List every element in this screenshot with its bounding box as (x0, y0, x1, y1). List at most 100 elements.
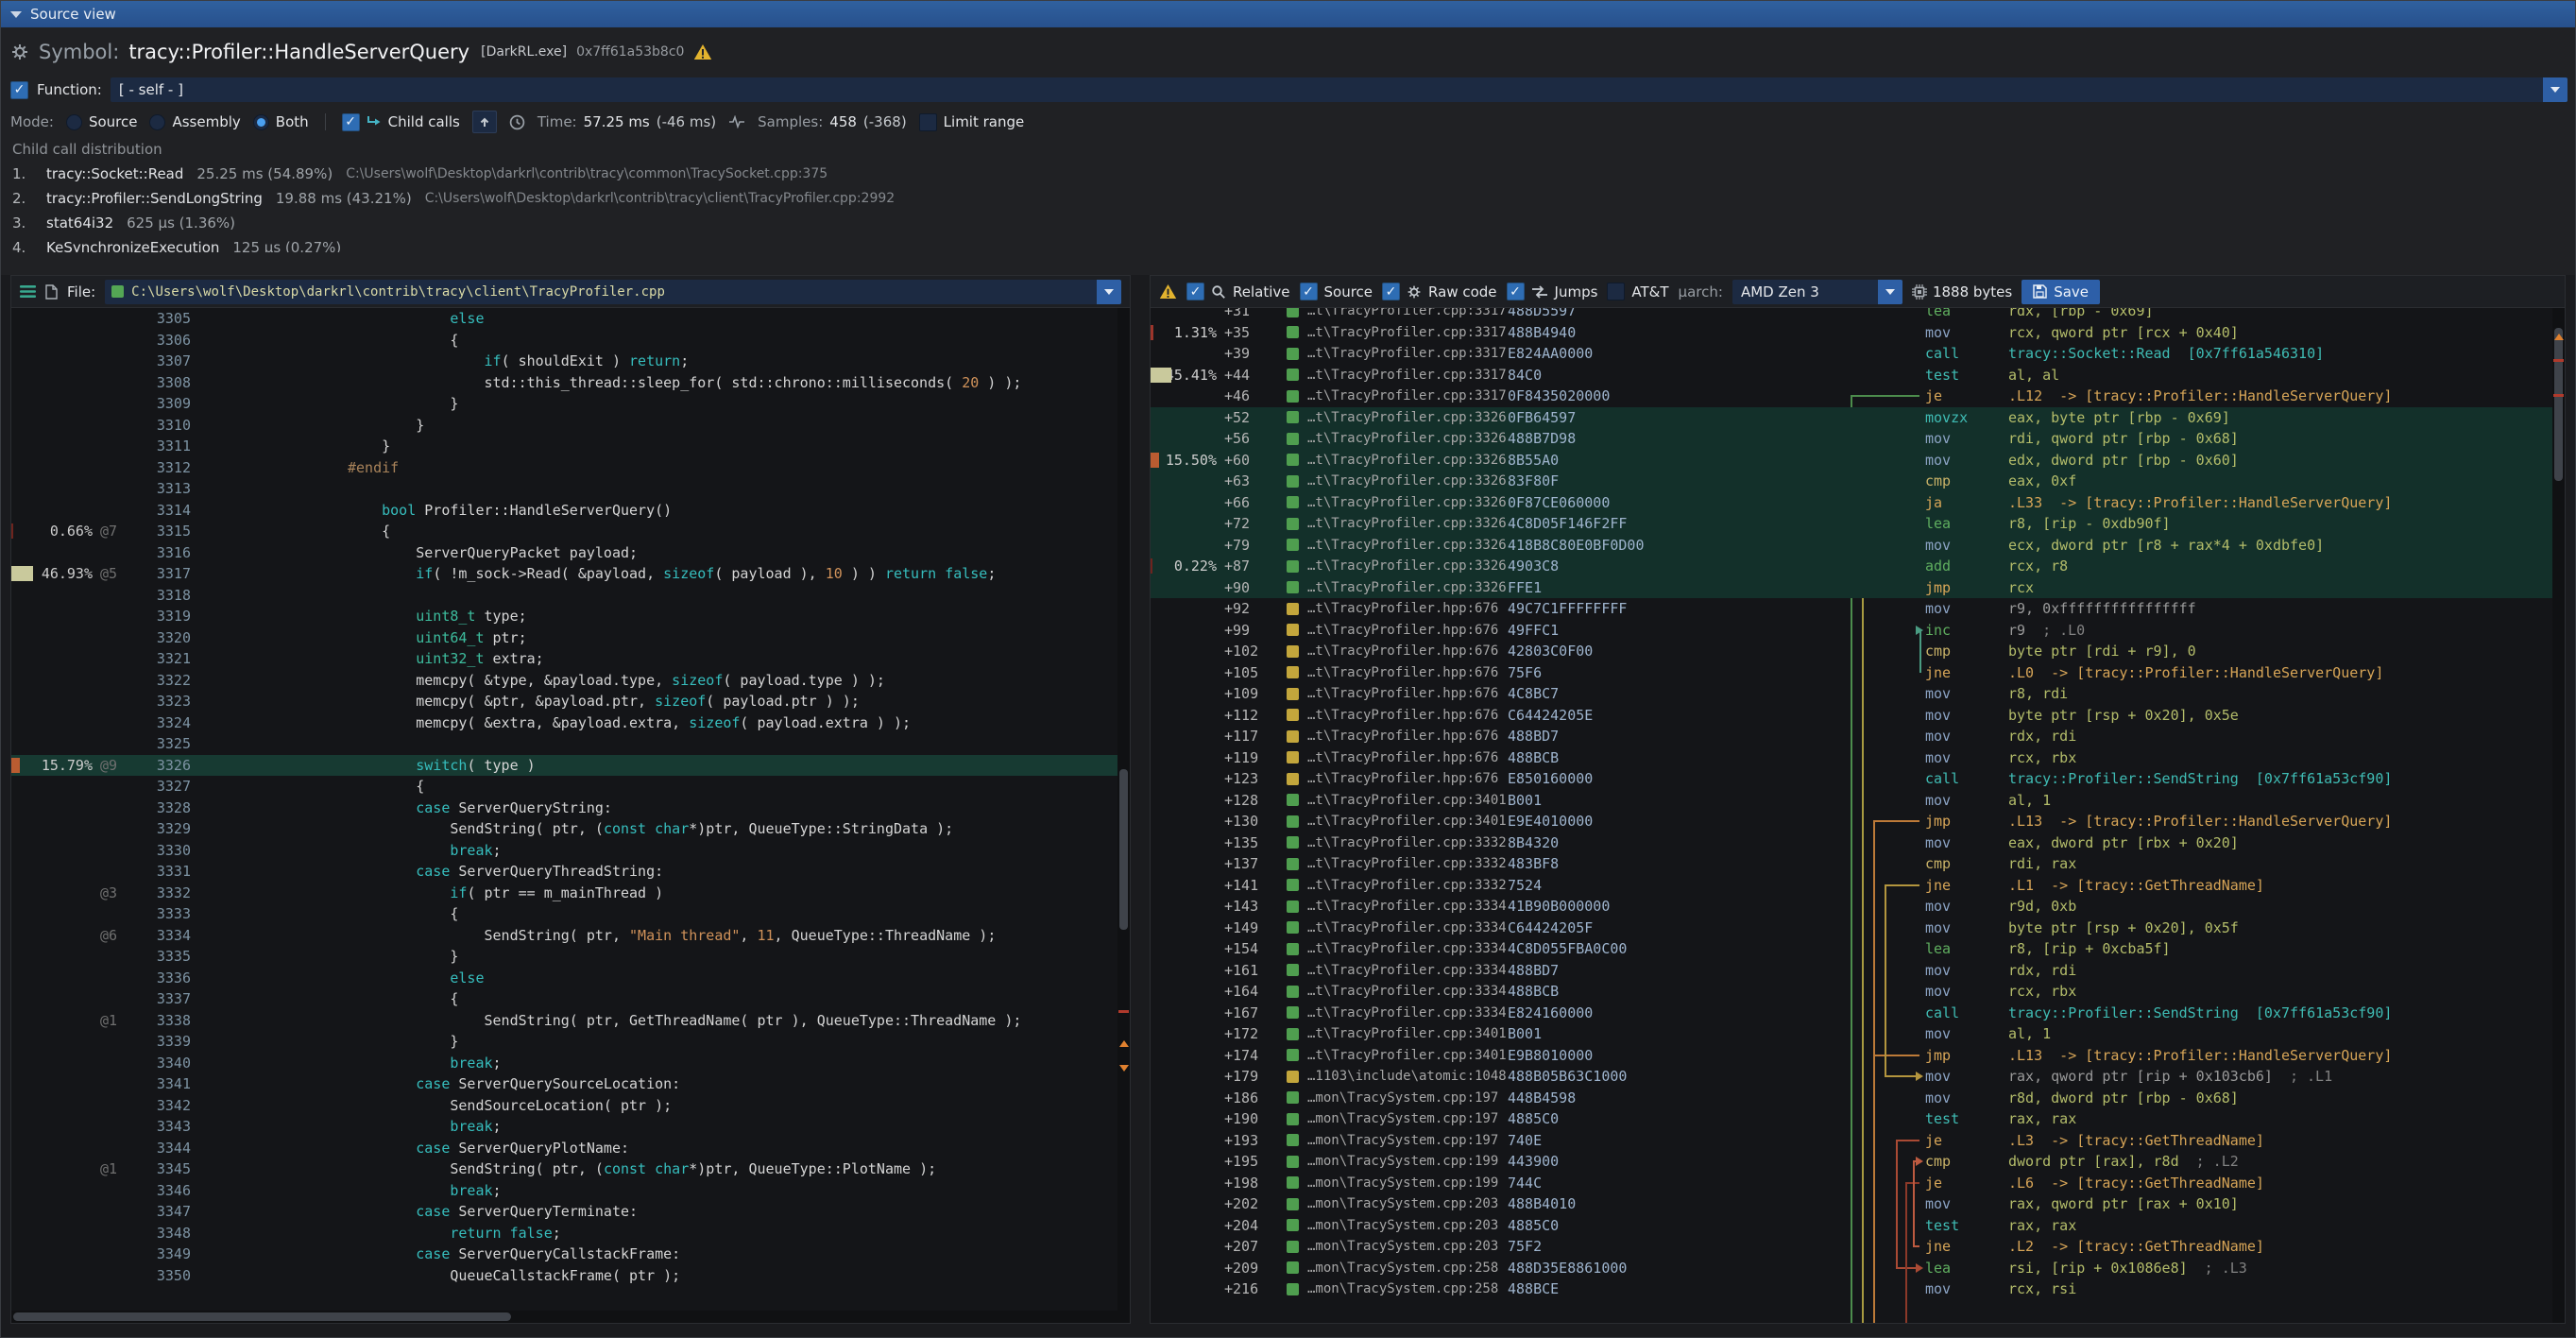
asm-instruction-row[interactable]: +186…mon\TracySystem.cpp:197448B4598movr… (1151, 1088, 2552, 1109)
asm-instruction-row[interactable]: +102…t\TracyProfiler.hpp:67642803C0F00cm… (1151, 641, 2552, 662)
asm-instruction-row[interactable]: +52…t\TracyProfiler.cpp:33260FB64597movz… (1151, 407, 2552, 429)
source-line[interactable]: 3308 std::this_thread::sleep_for( std::c… (11, 372, 1117, 394)
asm-instruction-row[interactable]: +112…t\TracyProfiler.hpp:676C64424205Emo… (1151, 705, 2552, 727)
go-to-parent-button[interactable] (472, 111, 497, 133)
source-line[interactable]: 3347 case ServerQueryTerminate: (11, 1201, 1117, 1223)
asm-instruction-row[interactable]: +167…t\TracyProfiler.cpp:3334E824160000c… (1151, 1003, 2552, 1024)
child-call-entry[interactable]: 4.KeSynchronizeExecution125 μs (0.27%) (12, 235, 2567, 252)
source-line[interactable]: 15.79%@93326 switch( type ) (11, 755, 1117, 777)
asm-instruction-row[interactable]: +56…t\TracyProfiler.cpp:3326488B7D98movr… (1151, 428, 2552, 450)
assembly-view[interactable]: +31…t\TracyProfiler.cpp:3317488D5597lear… (1151, 308, 2552, 1323)
asm-vertical-scrollbar[interactable] (2552, 308, 2565, 1323)
asm-instruction-row[interactable]: +46…t\TracyProfiler.cpp:33170F8435020000… (1151, 386, 2552, 407)
warning-icon[interactable] (1159, 283, 1177, 300)
chevron-down-icon[interactable] (1097, 280, 1121, 304)
asm-instruction-row[interactable]: +63…t\TracyProfiler.cpp:332683F80Fcmpeax… (1151, 471, 2552, 492)
source-line[interactable]: 3335 } (11, 946, 1117, 968)
asm-instruction-row[interactable]: 45.41%+44…t\TracyProfiler.cpp:331784C0te… (1151, 365, 2552, 386)
checkbox-icon[interactable] (1607, 283, 1625, 300)
asm-instruction-row[interactable]: +154…t\TracyProfiler.cpp:33344C8D055FBA0… (1151, 938, 2552, 960)
window-titlebar[interactable]: Source view (1, 1, 2575, 27)
asm-instruction-row[interactable]: +179…1103\include\atomic:1048488B05B63C1… (1151, 1066, 2552, 1088)
source-line[interactable]: 3348 return false; (11, 1223, 1117, 1244)
source-line[interactable]: 3320 uint64_t ptr; (11, 627, 1117, 649)
raw-code-checkbox[interactable]: Raw code (1382, 283, 1497, 300)
checkbox-icon[interactable] (342, 113, 360, 131)
source-line[interactable]: 3316 ServerQueryPacket payload; (11, 542, 1117, 564)
function-combo[interactable]: [ - self - ] (111, 77, 2567, 102)
asm-instruction-row[interactable]: +92…t\TracyProfiler.hpp:67649C7C1FFFFFFF… (1151, 598, 2552, 620)
asm-instruction-row[interactable]: +137…t\TracyProfiler.cpp:3332483BF8cmprd… (1151, 853, 2552, 875)
asm-instruction-row[interactable]: +143…t\TracyProfiler.cpp:333441B90B00000… (1151, 896, 2552, 918)
source-line[interactable]: 3330 break; (11, 840, 1117, 862)
source-line[interactable]: 3310 } (11, 415, 1117, 437)
source-horizontal-scrollbar[interactable] (11, 1311, 1117, 1323)
source-line[interactable]: 3307 if( shouldExit ) return; (11, 351, 1117, 372)
asm-instruction-row[interactable]: +99…t\TracyProfiler.hpp:67649FFC1incr9; … (1151, 620, 2552, 642)
asm-instruction-row[interactable]: +135…t\TracyProfiler.cpp:33328B4320movea… (1151, 832, 2552, 854)
asm-instruction-row[interactable]: +161…t\TracyProfiler.cpp:3334488BD7movrd… (1151, 960, 2552, 982)
source-line[interactable]: 3318 (11, 585, 1117, 607)
asm-instruction-row[interactable]: +207…mon\TracySystem.cpp:20375F2jne.L2 -… (1151, 1236, 2552, 1258)
source-line[interactable]: 3313 (11, 478, 1117, 500)
source-line[interactable]: 3344 case ServerQueryPlotName: (11, 1138, 1117, 1159)
source-line[interactable]: 3337 { (11, 988, 1117, 1010)
function-checkbox[interactable] (10, 81, 28, 99)
limit-range-checkbox[interactable]: Limit range (919, 113, 1025, 131)
file-combo[interactable]: C:\Users\wolf\Desktop\darkrl\contrib\tra… (105, 280, 1121, 304)
source-line[interactable]: 3346 break; (11, 1180, 1117, 1202)
chevron-down-icon[interactable] (1878, 280, 1902, 304)
source-line[interactable]: 3342 SendSourceLocation( ptr ); (11, 1095, 1117, 1117)
checkbox-icon[interactable] (1300, 283, 1318, 300)
source-line[interactable]: @13345 SendString( ptr, (const char*)ptr… (11, 1158, 1117, 1180)
source-line[interactable]: 3340 break; (11, 1053, 1117, 1074)
checkbox-icon[interactable] (1382, 283, 1400, 300)
source-checkbox[interactable]: Source (1300, 283, 1373, 300)
asm-instruction-row[interactable]: +209…mon\TracySystem.cpp:258488D35E88610… (1151, 1258, 2552, 1279)
collapse-arrow-icon[interactable] (10, 11, 22, 18)
source-line[interactable]: 3328 case ServerQueryString: (11, 798, 1117, 819)
child-call-entry[interactable]: 2.tracy::Profiler::SendLongString19.88 m… (12, 186, 2567, 211)
source-line[interactable]: @33332 if( ptr == m_mainThread ) (11, 883, 1117, 904)
checkbox-icon[interactable] (1186, 283, 1204, 300)
source-line[interactable]: @63334 SendString( ptr, "Main thread", 1… (11, 925, 1117, 947)
source-line[interactable]: 3314 bool Profiler::HandleServerQuery() (11, 500, 1117, 522)
source-line[interactable]: 3339 } (11, 1031, 1117, 1053)
save-button[interactable]: Save (2022, 280, 2100, 304)
source-line[interactable]: 3349 case ServerQueryCallstackFrame: (11, 1244, 1117, 1265)
source-line[interactable]: 3327 { (11, 776, 1117, 798)
source-line[interactable]: 3343 break; (11, 1116, 1117, 1138)
source-line[interactable]: 3333 { (11, 903, 1117, 925)
asm-instruction-row[interactable]: +79…t\TracyProfiler.cpp:3326418B8C80E0BF… (1151, 535, 2552, 557)
relative-checkbox[interactable]: Relative (1186, 283, 1290, 300)
source-line[interactable]: 3319 uint8_t type; (11, 606, 1117, 627)
source-line[interactable]: 3306 { (11, 330, 1117, 352)
asm-instruction-row[interactable]: +90…t\TracyProfiler.cpp:3326FFE1jmprcx (1151, 577, 2552, 599)
source-vertical-scrollbar[interactable] (1117, 308, 1130, 1311)
asm-instruction-row[interactable]: 0.22%+87…t\TracyProfiler.cpp:33264903C8a… (1151, 556, 2552, 577)
source-line[interactable]: 3325 (11, 733, 1117, 755)
source-line[interactable]: 3323 memcpy( &ptr, &payload.ptr, sizeof(… (11, 691, 1117, 712)
jumps-checkbox[interactable]: Jumps (1507, 283, 1598, 300)
asm-instruction-row[interactable]: +172…t\TracyProfiler.cpp:3401B001moval, … (1151, 1023, 2552, 1045)
child-call-entry[interactable]: 3.stat64i32625 μs (1.36%) (12, 211, 2567, 235)
source-line[interactable]: 3329 SendString( ptr, (const char*)ptr, … (11, 818, 1117, 840)
asm-instruction-row[interactable]: +141…t\TracyProfiler.cpp:33327524jne.L1 … (1151, 875, 2552, 897)
asm-instruction-row[interactable]: +204…mon\TracySystem.cpp:2034885C0testra… (1151, 1215, 2552, 1237)
asm-instruction-row[interactable]: +123…t\TracyProfiler.hpp:676E850160000ca… (1151, 768, 2552, 790)
source-line[interactable]: 3305 else (11, 308, 1117, 330)
asm-instruction-row[interactable]: 15.50%+60…t\TracyProfiler.cpp:33268B55A0… (1151, 450, 2552, 472)
source-code-view[interactable]: 3305 else3306 {3307 if( shouldExit ) ret… (11, 308, 1117, 1311)
source-line[interactable]: 3311 } (11, 436, 1117, 457)
source-line[interactable]: 3350 QueueCallstackFrame( ptr ); (11, 1265, 1117, 1287)
radio-selected-icon[interactable] (253, 114, 269, 130)
checkbox-icon[interactable] (1507, 283, 1525, 300)
scrollbar-thumb[interactable] (1119, 769, 1128, 930)
asm-instruction-row[interactable]: +202…mon\TracySystem.cpp:203488B4010movr… (1151, 1193, 2552, 1215)
source-line[interactable]: @13338 SendString( ptr, GetThreadName( p… (11, 1010, 1117, 1032)
child-call-entry[interactable]: 1.tracy::Socket::Read25.25 ms (54.89%)C:… (12, 162, 2567, 186)
source-line[interactable]: 3324 memcpy( &extra, &payload.extra, siz… (11, 712, 1117, 734)
scrollbar-thumb[interactable] (2554, 328, 2563, 480)
asm-instruction-row[interactable]: +195…mon\TracySystem.cpp:199443900cmpdwo… (1151, 1151, 2552, 1173)
asm-instruction-row[interactable]: +216…mon\TracySystem.cpp:258488BCEmovrcx… (1151, 1278, 2552, 1300)
